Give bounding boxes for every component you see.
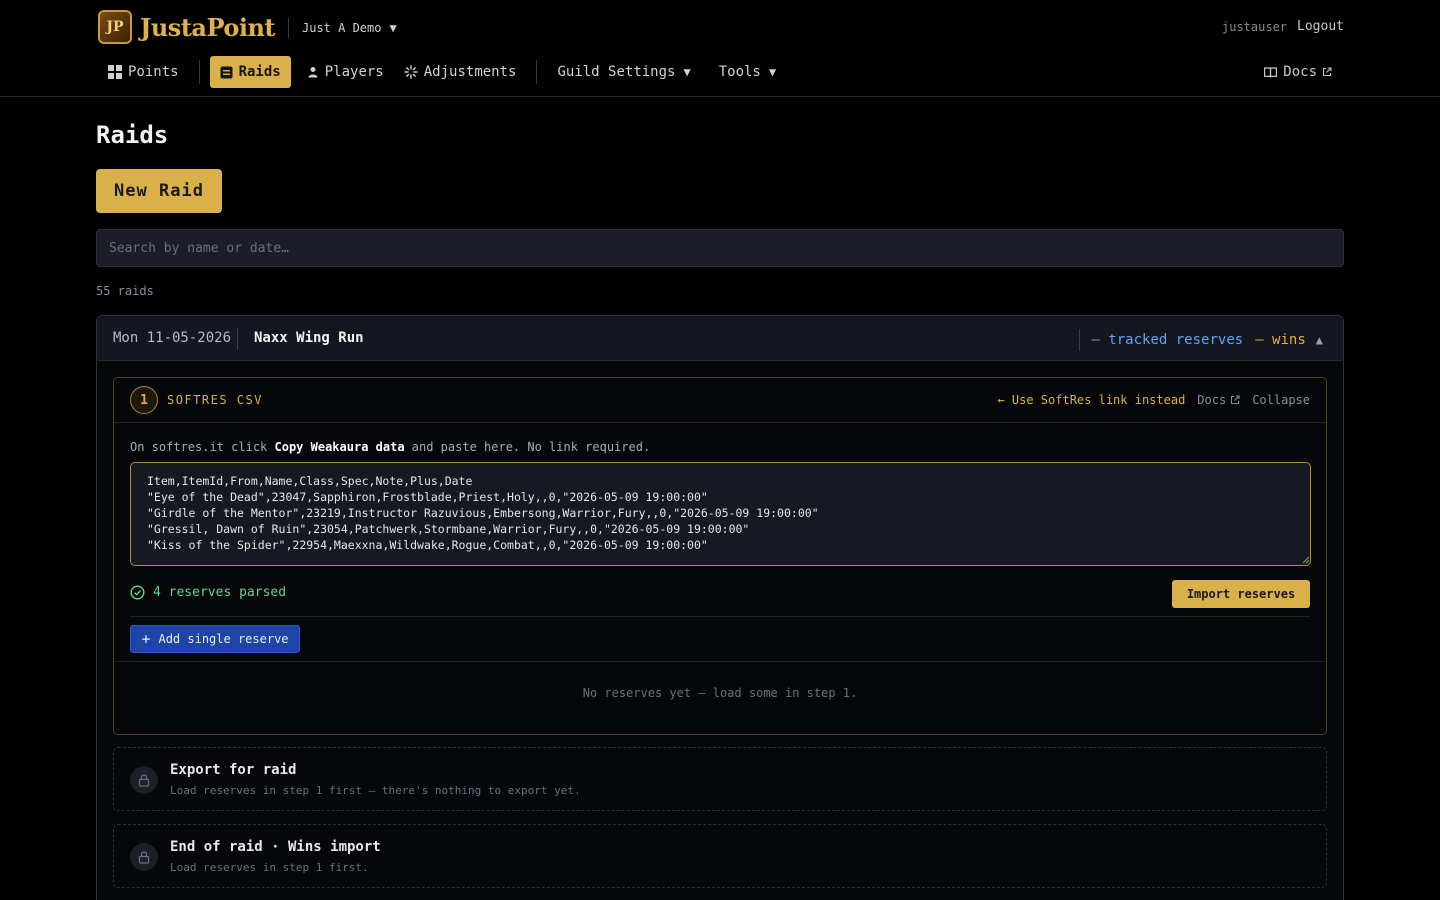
raid-date: Mon 11-05-2026 [113,330,232,346]
chevron-down-icon: ▼ [683,65,691,79]
step-title: SOFTRES CSV [167,393,263,407]
guild-selector-label: Just A Demo [302,21,382,35]
plus-icon: + [141,630,151,648]
raid-count: 55 raids [96,284,154,298]
import-reserves-button[interactable]: Import reserves [1172,580,1310,608]
instruction-text: On softres.it click [130,440,275,454]
lock-icon [130,843,158,871]
csv-textarea[interactable] [130,462,1311,566]
parsed-text: 4 reserves parsed [153,585,287,600]
user-icon [307,66,319,78]
external-link-icon [1322,67,1332,77]
instruction-text: and paste here. No link required. [404,440,651,454]
step-export-locked: Export for raid Load reserves in step 1 … [113,747,1327,811]
docs-link[interactable]: Docs [1264,56,1332,88]
logo-icon: JP [98,10,132,44]
book-icon [1264,66,1278,78]
nav-item-players[interactable]: Players [297,56,394,88]
instruction-emphasis: Copy Weakaura data [274,440,405,454]
main-nav: Points Raids Players Adjustments Guild S… [98,56,786,88]
nav-item-guild-settings[interactable]: Guild Settings ▼ [547,56,700,88]
nav-item-label: Points [128,64,179,80]
nav-item-tools[interactable]: Tools ▼ [709,56,786,88]
grid-icon [108,65,122,79]
nav-item-label: Tools [718,64,761,80]
raid-icon [220,66,233,79]
nav-item-raids[interactable]: Raids [209,56,291,88]
docs-label: Docs [1197,393,1227,407]
add-reserve-label: Add single reserve [158,632,289,646]
add-single-reserve-button[interactable]: + Add single reserve [130,625,300,653]
empty-reserves-message: No reserves yet — load some in step 1. [582,686,858,700]
raid-status: — tracked reserves — wins ▲ [1079,329,1323,351]
step-docs-link[interactable]: Docs [1197,393,1240,407]
app-logo[interactable]: JP JustaPoint [98,10,276,44]
wins-status: — wins [1255,332,1306,348]
use-softres-link[interactable]: ← Use SoftRes link instead [997,393,1185,407]
check-circle-icon [130,585,145,600]
step-title: Export for raid [170,762,297,778]
nav-divider [198,60,200,84]
app-name: JustaPoint [140,12,276,42]
divider [114,661,1326,662]
lock-icon [130,766,158,794]
raid-header[interactable]: Mon 11-05-2026 Naxx Wing Run — tracked r… [97,316,1343,361]
step-number: 1 [130,386,158,414]
chevron-up-icon[interactable]: ▲ [1316,333,1323,347]
step-links: ← Use SoftRes link instead Docs Collapse [997,393,1310,407]
raid-card: Mon 11-05-2026 Naxx Wing Run — tracked r… [96,315,1344,900]
step-softres-csv: 1 SOFTRES CSV ← Use SoftRes link instead… [113,377,1327,735]
nav-item-adjustments[interactable]: Adjustments [394,56,527,88]
username: justauser [1222,19,1288,34]
docs-label: Docs [1283,64,1317,80]
step-wins-import-locked: End of raid · Wins import Load reserves … [113,824,1327,888]
top-bar: JP JustaPoint Just A Demo ▼ justauser Lo… [0,0,1440,97]
nav-item-points[interactable]: Points [98,56,189,88]
divider [1079,329,1081,351]
tracked-reserves-status: — tracked reserves [1091,332,1244,348]
nav-item-label: Raids [238,64,281,80]
logout-link[interactable]: Logout [1297,19,1344,34]
page-title: Raids [96,121,169,149]
chevron-down-icon: ▼ [389,21,397,35]
step-instructions: On softres.it click Copy Weakaura data a… [130,440,650,454]
nav-item-label: Players [324,64,384,80]
nav-item-label: Adjustments [423,64,517,80]
search-input[interactable] [96,229,1344,267]
resize-grip-icon[interactable] [1300,554,1310,564]
nav-item-label: Guild Settings [557,64,676,80]
raid-name: Naxx Wing Run [254,330,364,346]
user-area: justauser Logout [1222,19,1344,34]
divider [237,328,238,350]
step-header: 1 SOFTRES CSV ← Use SoftRes link instead… [114,378,1326,423]
sparkle-icon [404,65,418,79]
step-subtitle: Load reserves in step 1 first. [170,861,369,874]
chevron-down-icon: ▼ [768,65,777,79]
step-title: End of raid · Wins import [170,839,381,855]
parsed-status: 4 reserves parsed [130,585,286,600]
guild-selector[interactable]: Just A Demo ▼ [288,18,397,38]
new-raid-button[interactable]: New Raid [96,169,222,213]
external-link-icon [1230,395,1240,405]
step-subtitle: Load reserves in step 1 first — there's … [170,784,581,797]
collapse-link[interactable]: Collapse [1252,393,1310,407]
nav-divider [536,60,538,84]
divider [130,616,1310,617]
